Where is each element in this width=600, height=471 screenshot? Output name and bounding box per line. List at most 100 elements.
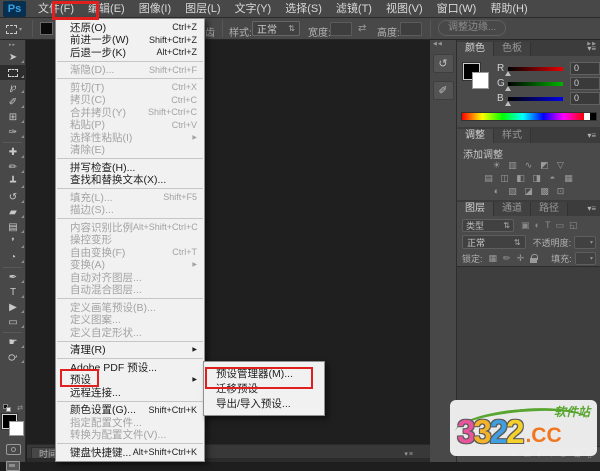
lock-image-icon[interactable]: ✏ bbox=[503, 253, 511, 264]
dodge-tool[interactable]: ◔ bbox=[0, 250, 26, 265]
layers-panel-menu-icon[interactable]: ▾≡ bbox=[587, 204, 596, 213]
style-select[interactable]: 正常 ⇅ bbox=[252, 21, 300, 36]
filter-type-layers-icon[interactable]: T bbox=[545, 220, 551, 231]
adjustment-levels-icon[interactable]: ▥ bbox=[507, 160, 519, 170]
default-colors-icon[interactable] bbox=[3, 403, 11, 412]
swap-dimensions-icon[interactable]: ⇄ bbox=[358, 23, 366, 34]
tab-color[interactable]: 颜色 bbox=[457, 42, 494, 56]
adjustment-invert-icon[interactable]: ◐ bbox=[491, 186, 503, 196]
background-color-swatch[interactable] bbox=[472, 72, 489, 89]
slider-thumb[interactable] bbox=[505, 100, 511, 106]
channel-value-blue[interactable]: 0 bbox=[570, 92, 600, 105]
rectangular-marquee-tool[interactable] bbox=[0, 65, 26, 80]
menubar-item-filter[interactable]: 滤镜(T) bbox=[329, 0, 379, 18]
channel-slider-red[interactable] bbox=[505, 66, 563, 76]
tab-paths[interactable]: 路径 bbox=[531, 202, 568, 216]
channel-value-red[interactable]: 0 bbox=[570, 62, 600, 75]
filter-adjustment-layers-icon[interactable]: ◐ bbox=[535, 220, 540, 231]
shape-tool[interactable]: ▭ bbox=[0, 315, 26, 330]
height-input[interactable] bbox=[400, 22, 422, 36]
adjustments-panel-menu-icon[interactable]: ▾≡ bbox=[587, 131, 596, 140]
lasso-tool[interactable]: ℘ bbox=[0, 80, 26, 95]
history-brush-tool[interactable]: ↺ bbox=[0, 190, 26, 205]
eyedropper-tool[interactable]: ✑ bbox=[0, 125, 26, 140]
filter-pixel-layers-icon[interactable]: ▣ bbox=[521, 220, 530, 231]
ps-logo[interactable]: Ps bbox=[3, 1, 26, 17]
tool-preset-picker[interactable]: ▾ bbox=[6, 22, 26, 36]
eraser-tool[interactable]: ▰ bbox=[0, 205, 26, 220]
menubar-item-select[interactable]: 选择(S) bbox=[278, 0, 329, 18]
blur-tool[interactable]: ❜ bbox=[0, 235, 26, 250]
channel-value-green[interactable]: 0 bbox=[570, 77, 600, 90]
menubar-item-layer[interactable]: 图层(L) bbox=[178, 0, 227, 18]
adjustment-vibrance-icon[interactable]: ▽ bbox=[555, 160, 567, 170]
timeline-panel-menu-icon[interactable]: ▾≡ bbox=[404, 450, 414, 458]
expand-dock-arrows[interactable]: ◀◀ bbox=[430, 40, 456, 49]
type-tool[interactable]: T bbox=[0, 285, 26, 300]
path-selection-tool[interactable]: ▶ bbox=[0, 300, 26, 315]
lock-position-icon[interactable]: ✛ bbox=[517, 253, 525, 264]
move-tool[interactable]: ➤ bbox=[0, 50, 26, 65]
swap-colors-icon[interactable]: ⇄ bbox=[17, 404, 23, 412]
clone-stamp-tool[interactable]: ┻ bbox=[0, 175, 26, 190]
toolbar-collapse-arrows[interactable]: ▸▸ bbox=[0, 40, 25, 50]
adjustment-black-white-icon[interactable]: ◧ bbox=[515, 173, 527, 183]
pen-tool[interactable]: ✒ bbox=[0, 270, 26, 285]
adjustment-color-lookup-icon[interactable]: ▦ bbox=[563, 173, 575, 183]
menu-item-purge[interactable]: 清理(R) ▶ bbox=[56, 344, 204, 356]
hand-tool[interactable]: ☛ bbox=[0, 335, 26, 350]
adjustment-color-balance-icon[interactable]: ◫ bbox=[499, 173, 511, 183]
adjustment-threshold-icon[interactable]: ◪ bbox=[523, 186, 535, 196]
menubar-item-type[interactable]: 文字(Y) bbox=[228, 0, 279, 18]
layer-filter-select[interactable]: 类型 ⇅ bbox=[462, 219, 514, 232]
adjustment-hue-saturation-icon[interactable]: ▤ bbox=[483, 173, 495, 183]
adjustment-exposure-icon[interactable]: ◩ bbox=[539, 160, 551, 170]
channel-slider-blue[interactable] bbox=[505, 96, 563, 106]
channel-slider-green[interactable] bbox=[505, 81, 563, 91]
menu-item-find-replace-text[interactable]: 查找和替换文本(X)... bbox=[56, 174, 204, 186]
menu-item-remote-connections[interactable]: 远程连接... bbox=[56, 386, 204, 399]
submenu-item-export-import-presets[interactable]: 导出/导入预设... bbox=[204, 396, 324, 411]
gradient-tool[interactable]: ▤ bbox=[0, 220, 26, 235]
width-input[interactable] bbox=[330, 22, 352, 36]
quick-mask-mode-button[interactable] bbox=[5, 444, 21, 455]
filter-shape-layers-icon[interactable]: ▭ bbox=[555, 220, 564, 231]
tab-adjustments[interactable]: 调整 bbox=[457, 129, 494, 143]
adjustment-channel-mixer-icon[interactable]: ◓ bbox=[547, 173, 559, 183]
adjustment-photo-filter-icon[interactable]: ◨ bbox=[531, 173, 543, 183]
history-panel-icon[interactable]: ↺ bbox=[432, 54, 454, 73]
properties-panel-icon[interactable]: ✐ bbox=[432, 81, 454, 100]
adjustment-selective-color-icon[interactable]: ⊡ bbox=[555, 186, 567, 196]
quick-selection-tool[interactable]: ✐ bbox=[0, 95, 26, 110]
color-panel-menu-icon[interactable]: ▾≡ bbox=[587, 44, 596, 53]
tab-styles[interactable]: 样式 bbox=[494, 129, 531, 143]
background-color-swatch[interactable] bbox=[9, 421, 24, 436]
menu-item-step-backward[interactable]: 后退一步(K) Alt+Ctrl+Z bbox=[56, 46, 204, 59]
selection-mode-swatch[interactable] bbox=[40, 22, 53, 35]
blend-mode-select[interactable]: 正常 ⇅ bbox=[462, 235, 526, 249]
menubar-item-view[interactable]: 视图(V) bbox=[379, 0, 430, 18]
adjustment-curves-icon[interactable]: ∿ bbox=[523, 160, 535, 170]
brush-tool[interactable]: ✏ bbox=[0, 160, 26, 175]
adjustment-brightness-contrast-icon[interactable]: ☀ bbox=[491, 160, 503, 170]
adjustment-gradient-map-icon[interactable]: ▩ bbox=[539, 186, 551, 196]
menubar-item-window[interactable]: 窗口(W) bbox=[430, 0, 484, 18]
tab-channels[interactable]: 通道 bbox=[494, 202, 531, 216]
lock-all-icon[interactable] bbox=[530, 254, 539, 263]
refine-edge-button[interactable]: 调整边缘... bbox=[438, 20, 507, 36]
zoom-tool[interactable]: Q bbox=[0, 350, 26, 365]
slider-thumb[interactable] bbox=[505, 70, 511, 76]
crop-tool[interactable]: ⊞ bbox=[0, 110, 26, 125]
fill-input[interactable]: ▾ bbox=[574, 252, 596, 265]
color-spectrum-ramp[interactable] bbox=[461, 112, 597, 121]
healing-brush-tool[interactable]: ✚ bbox=[0, 145, 26, 160]
screen-mode-button[interactable] bbox=[6, 461, 20, 471]
lock-transparency-icon[interactable]: ▦ bbox=[489, 253, 498, 264]
menu-item-keyboard-shortcuts[interactable]: 键盘快捷键... Alt+Shift+Ctrl+K bbox=[56, 446, 204, 459]
menubar-item-image[interactable]: 图像(I) bbox=[132, 0, 178, 18]
tab-layers[interactable]: 图层 bbox=[457, 202, 494, 216]
adjustment-posterize-icon[interactable]: ▨ bbox=[507, 186, 519, 196]
tab-swatches[interactable]: 色板 bbox=[494, 42, 531, 56]
opacity-input[interactable]: ▾ bbox=[574, 235, 596, 249]
menubar-item-help[interactable]: 帮助(H) bbox=[483, 0, 534, 18]
